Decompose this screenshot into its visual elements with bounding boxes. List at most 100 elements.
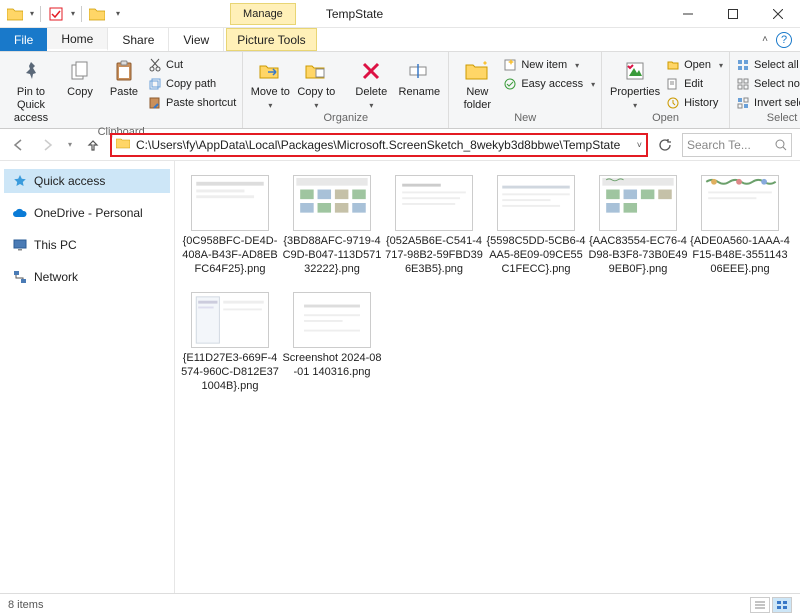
rename-label: Rename bbox=[399, 86, 441, 99]
tab-share[interactable]: Share bbox=[108, 28, 169, 51]
collapse-ribbon-icon[interactable]: ˄ bbox=[762, 34, 768, 45]
delete-button[interactable]: Delete ▾ bbox=[350, 54, 392, 111]
select-all-button[interactable]: Select all bbox=[736, 56, 800, 74]
address-dropdown-icon[interactable]: ˅ bbox=[637, 140, 642, 150]
dropdown-icon: ▾ bbox=[369, 101, 373, 111]
sidebar-item-this-pc[interactable]: This PC bbox=[4, 233, 170, 257]
file-item[interactable]: {AAC83554-EC76-4D98-B3F8-73B0E499EB0F}.p… bbox=[588, 175, 688, 276]
file-item[interactable]: {E11D27E3-669F-4574-960C-D812E371004B}.p… bbox=[180, 292, 280, 393]
tab-view[interactable]: View bbox=[169, 28, 224, 51]
qat-dropdown-icon[interactable]: ▾ bbox=[30, 9, 34, 18]
tab-picture-tools-label: Picture Tools bbox=[237, 33, 305, 47]
clipboard-small-buttons: Cut Copy path Paste shortcut bbox=[148, 54, 236, 112]
sidebar-label: Network bbox=[34, 270, 78, 284]
group-label-open: Open bbox=[608, 112, 723, 128]
ribbon-group-select: Select all Select none Invert selection … bbox=[730, 52, 800, 128]
back-button[interactable] bbox=[8, 134, 30, 156]
sidebar-label: This PC bbox=[34, 238, 77, 252]
maximize-button[interactable] bbox=[710, 0, 755, 28]
file-thumbnail bbox=[497, 175, 575, 231]
move-to-button[interactable]: Move to ▾ bbox=[249, 54, 291, 111]
select-none-button[interactable]: Select none bbox=[736, 75, 800, 93]
group-label-select: Select bbox=[736, 112, 800, 128]
file-name: {0C958BFC-DE4D-408A-B43F-AD8EBFC64F25}.p… bbox=[180, 235, 280, 276]
tab-view-label: View bbox=[183, 33, 209, 47]
ribbon-tabs: File Home Share View Picture Tools ˄ ? bbox=[0, 28, 800, 52]
copy-to-button[interactable]: Copy to ▾ bbox=[295, 54, 337, 111]
easy-access-icon bbox=[503, 77, 517, 91]
paste-shortcut-icon bbox=[148, 96, 162, 110]
tab-home[interactable]: Home bbox=[47, 28, 108, 51]
delete-icon bbox=[358, 58, 384, 84]
cut-button[interactable]: Cut bbox=[148, 56, 236, 74]
properties-button[interactable]: Properties ▾ bbox=[608, 54, 662, 111]
properties-check-icon[interactable] bbox=[47, 5, 65, 23]
title-bar: ▾ ▾ ▾ Manage TempState bbox=[0, 0, 800, 28]
tab-picture-tools[interactable]: Picture Tools bbox=[226, 28, 316, 51]
dropdown-icon: ▾ bbox=[314, 101, 318, 111]
tab-file[interactable]: File bbox=[0, 28, 47, 51]
file-item[interactable]: {5598C5DD-5CB6-4AA5-8E09-09CE55C1FECC}.p… bbox=[486, 175, 586, 276]
close-button[interactable] bbox=[755, 0, 800, 28]
navigation-bar: ▾ C:\Users\fy\AppData\Local\Packages\Mic… bbox=[0, 129, 800, 161]
up-button[interactable] bbox=[82, 134, 104, 156]
help-icon[interactable]: ? bbox=[776, 32, 792, 48]
file-item[interactable]: {052A5B6E-C541-4717-98B2-59FBD396E3B5}.p… bbox=[384, 175, 484, 276]
new-small-buttons: New item ▾ Easy access ▾ bbox=[503, 54, 595, 93]
rename-icon bbox=[406, 58, 432, 84]
window-title: TempState bbox=[326, 7, 383, 21]
paste-shortcut-label: Paste shortcut bbox=[166, 97, 236, 109]
new-folder-button[interactable]: New folder bbox=[455, 54, 499, 112]
select-all-icon bbox=[736, 58, 750, 72]
refresh-button[interactable] bbox=[654, 134, 676, 156]
recent-locations-button[interactable]: ▾ bbox=[64, 134, 76, 156]
details-view-button[interactable] bbox=[750, 597, 770, 613]
file-item[interactable]: Screenshot 2024-08-01 140316.png bbox=[282, 292, 382, 393]
file-list[interactable]: {0C958BFC-DE4D-408A-B43F-AD8EBFC64F25}.p… bbox=[175, 161, 800, 593]
file-item[interactable]: {ADE0A560-1AAA-4F15-B48E-355114306EEE}.p… bbox=[690, 175, 790, 276]
folder-icon[interactable] bbox=[6, 5, 24, 23]
sidebar-item-onedrive[interactable]: OneDrive - Personal bbox=[4, 201, 170, 225]
sidebar-label: Quick access bbox=[34, 174, 105, 188]
manage-contextual-tab[interactable]: Manage bbox=[230, 3, 296, 25]
navigation-pane: Quick access OneDrive - Personal This PC… bbox=[0, 161, 175, 593]
file-name: {5598C5DD-5CB6-4AA5-8E09-09CE55C1FECC}.p… bbox=[486, 235, 586, 276]
easy-access-label: Easy access bbox=[521, 78, 583, 90]
ribbon-group-organize: Move to ▾ Copy to ▾ Delete ▾ Rename Orga… bbox=[243, 52, 449, 128]
edit-button[interactable]: Edit bbox=[666, 75, 723, 93]
paste-shortcut-button[interactable]: Paste shortcut bbox=[148, 94, 236, 112]
qat-dropdown-icon[interactable]: ▾ bbox=[71, 9, 75, 18]
history-button[interactable]: History bbox=[666, 94, 723, 112]
new-item-button[interactable]: New item ▾ bbox=[503, 56, 595, 74]
network-icon bbox=[12, 269, 28, 285]
open-button[interactable]: Open ▾ bbox=[666, 56, 723, 74]
file-name: {052A5B6E-C541-4717-98B2-59FBD396E3B5}.p… bbox=[384, 235, 484, 276]
easy-access-button[interactable]: Easy access ▾ bbox=[503, 75, 595, 93]
thumbnails-view-button[interactable] bbox=[772, 597, 792, 613]
new-folder-icon bbox=[464, 58, 490, 84]
sidebar-item-network[interactable]: Network bbox=[4, 265, 170, 289]
star-icon bbox=[12, 173, 28, 189]
paste-button[interactable]: Paste bbox=[104, 54, 144, 99]
delete-label: Delete bbox=[355, 86, 387, 99]
sidebar-item-quick-access[interactable]: Quick access bbox=[4, 169, 170, 193]
minimize-button[interactable] bbox=[665, 0, 710, 28]
forward-button[interactable] bbox=[36, 134, 58, 156]
ribbon-group-new: New folder New item ▾ Easy access ▾ New bbox=[449, 52, 602, 128]
copy-button[interactable]: Copy bbox=[60, 54, 100, 99]
edit-icon bbox=[666, 77, 680, 91]
qat-customize-dropdown-icon[interactable]: ▾ bbox=[116, 9, 120, 18]
pin-to-quick-access-button[interactable]: Pin to Quick access bbox=[6, 54, 56, 126]
folder-icon[interactable] bbox=[88, 5, 106, 23]
file-item[interactable]: {3BD88AFC-9719-4C9D-B047-113D57132222}.p… bbox=[282, 175, 382, 276]
rename-button[interactable]: Rename bbox=[396, 54, 442, 99]
tab-file-label: File bbox=[14, 33, 33, 47]
file-thumbnail bbox=[293, 292, 371, 348]
invert-selection-button[interactable]: Invert selection bbox=[736, 94, 800, 112]
copy-path-button[interactable]: Copy path bbox=[148, 75, 236, 93]
address-path: C:\Users\fy\AppData\Local\Packages\Micro… bbox=[136, 138, 633, 152]
address-bar[interactable]: C:\Users\fy\AppData\Local\Packages\Micro… bbox=[110, 133, 648, 157]
window-controls bbox=[665, 0, 800, 28]
file-item[interactable]: {0C958BFC-DE4D-408A-B43F-AD8EBFC64F25}.p… bbox=[180, 175, 280, 276]
search-box[interactable]: Search Te... bbox=[682, 133, 792, 157]
